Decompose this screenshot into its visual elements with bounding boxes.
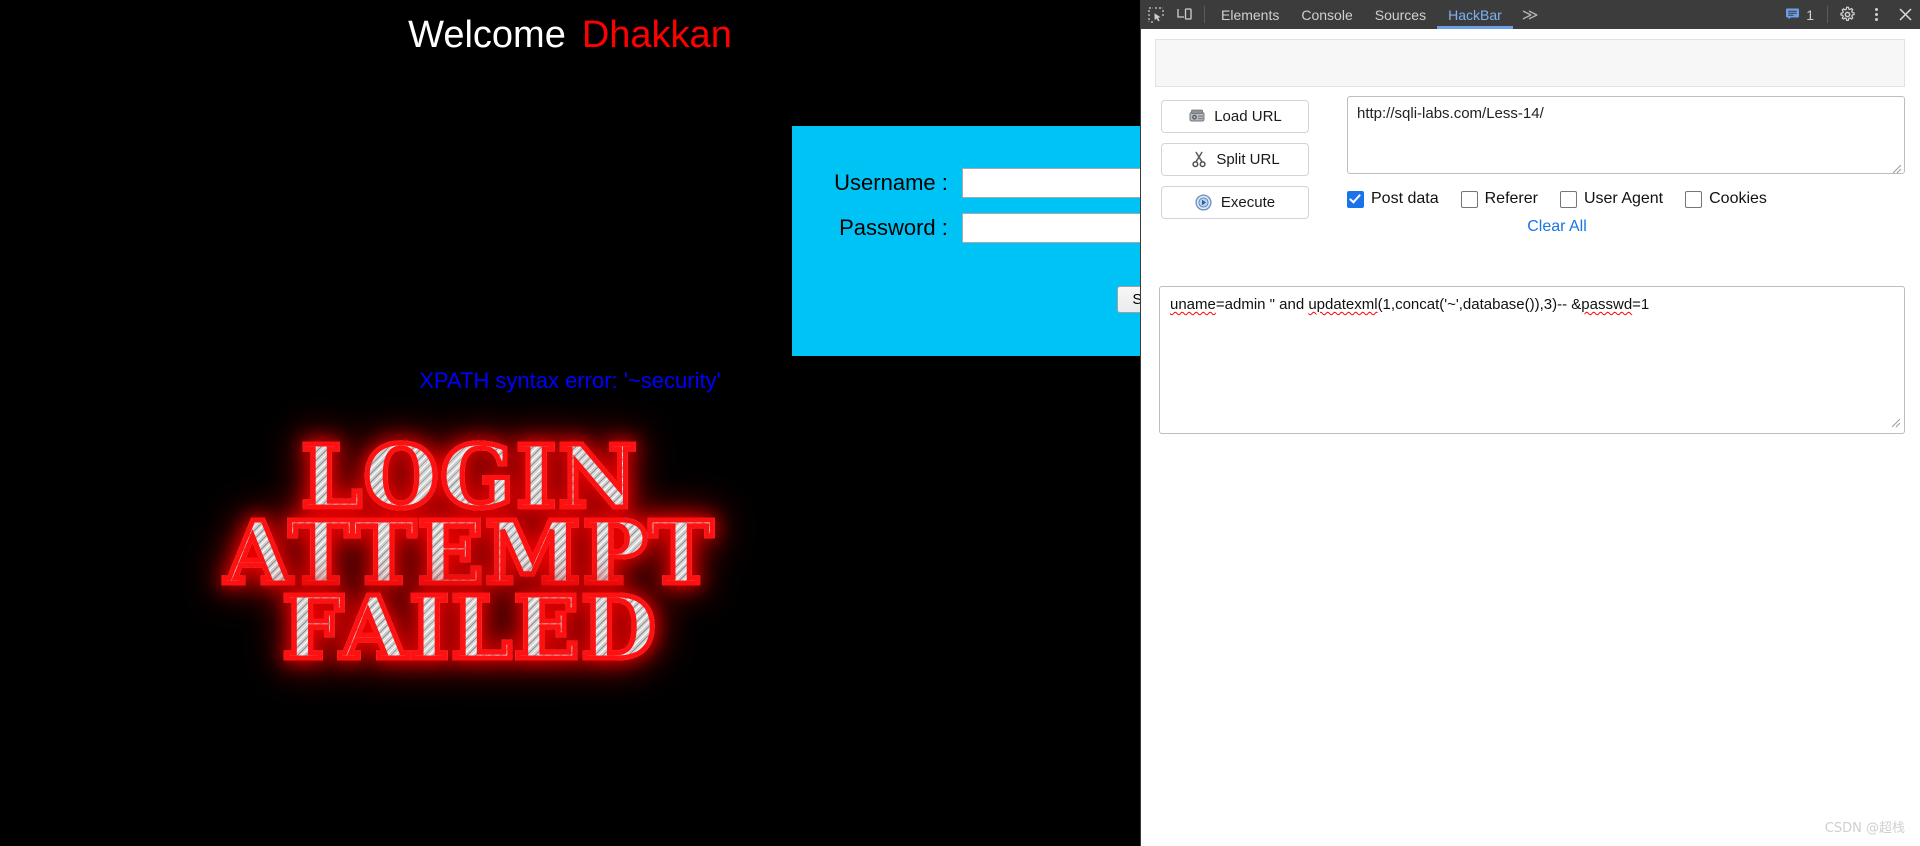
username-input[interactable] xyxy=(961,167,1140,198)
user-agent-checkbox-box xyxy=(1559,190,1577,208)
url-input[interactable] xyxy=(1347,96,1905,174)
clear-all-link[interactable]: Clear All xyxy=(1347,218,1767,236)
toolbar-divider-2 xyxy=(1827,6,1828,23)
play-circle-icon xyxy=(1195,194,1213,212)
post-data-token-1: uname xyxy=(1170,296,1216,313)
page-title: Welcome Dhakkan xyxy=(0,14,1140,57)
referer-checkbox-label: Referer xyxy=(1484,190,1538,207)
url-field-wrapper xyxy=(1347,96,1905,179)
tab-sources[interactable]: Sources xyxy=(1364,0,1437,29)
inspect-element-icon[interactable] xyxy=(1141,0,1170,29)
load-url-button[interactable]: Load URL xyxy=(1161,100,1309,133)
toolbar-divider xyxy=(1204,6,1205,23)
cookies-checkbox-box xyxy=(1685,190,1703,208)
close-icon[interactable] xyxy=(1891,0,1920,29)
devtools-toolbar: Elements Console Sources HackBar ≫ 1 xyxy=(1141,0,1920,29)
referer-checkbox-box xyxy=(1460,190,1478,208)
kebab-menu-icon[interactable] xyxy=(1862,0,1891,29)
post-data-token-3: updatexml xyxy=(1308,296,1378,313)
cookies-checkbox-label: Cookies xyxy=(1709,190,1767,207)
post-data-input[interactable]: uname=admin " and updatexml(1,concat('~'… xyxy=(1159,286,1905,434)
password-input-cell xyxy=(961,205,1140,250)
login-form-table: Username : Password : xyxy=(792,160,1140,250)
cookies-checkbox[interactable]: Cookies xyxy=(1685,190,1767,208)
split-url-button[interactable]: Split URL xyxy=(1161,143,1309,176)
username-display: Dhakkan xyxy=(581,14,732,56)
login-form-box: Username : Password : Submit xyxy=(792,126,1140,356)
split-url-button-label: Split URL xyxy=(1216,151,1280,168)
message-count-label: 1 xyxy=(1806,6,1814,23)
password-input[interactable] xyxy=(961,212,1140,243)
tab-hackbar[interactable]: HackBar xyxy=(1437,0,1513,29)
execute-button-label: Execute xyxy=(1220,194,1276,211)
post-data-token-4: (1,concat('~',database()),3)-- & xyxy=(1377,296,1582,313)
hackbar-top-strip xyxy=(1155,39,1905,87)
welcome-text: Welcome xyxy=(408,14,566,56)
post-data-resize-grip-icon xyxy=(1891,418,1901,428)
post-data-field-wrapper: uname=admin " and updatexml(1,concat('~'… xyxy=(1159,286,1905,434)
disk-drive-icon xyxy=(1188,108,1206,126)
username-label: Username : xyxy=(834,169,948,195)
target-web-page: Welcome Dhakkan Username : Password : S … xyxy=(0,0,1140,846)
post-data-token-6: =1 xyxy=(1632,296,1650,313)
hackbar-panel: Load URL Split URL Execute http://sqli-l… xyxy=(1141,30,1920,846)
message-count-button[interactable]: 1 xyxy=(1777,0,1822,29)
devtools-panel: Elements Console Sources HackBar ≫ 1 Loa… xyxy=(1140,0,1920,846)
password-label: Password : xyxy=(839,214,948,240)
device-toolbar-icon[interactable] xyxy=(1170,0,1199,29)
tab-console[interactable]: Console xyxy=(1290,0,1363,29)
screenshot-root: Welcome Dhakkan Username : Password : S … xyxy=(0,0,1920,846)
load-url-button-label: Load URL xyxy=(1214,108,1282,125)
submit-row: Submit xyxy=(792,286,1140,313)
execute-button[interactable]: Execute xyxy=(1161,186,1309,219)
user-agent-checkbox-label: User Agent xyxy=(1583,190,1664,207)
post-data-checkbox-label: Post data xyxy=(1371,190,1439,207)
referer-checkbox[interactable]: Referer xyxy=(1460,190,1538,208)
username-input-cell xyxy=(961,160,1140,205)
hackbar-button-group: Load URL Split URL Execute xyxy=(1161,100,1309,229)
password-row: Password : xyxy=(792,205,1140,250)
xpath-error-message: XPATH syntax error: '~security' xyxy=(419,368,721,393)
message-icon xyxy=(1785,6,1800,24)
post-data-checkbox-box xyxy=(1347,190,1364,208)
gear-icon[interactable] xyxy=(1833,0,1862,29)
failed-art-line-1: LOGIN ATTEMPT xyxy=(60,432,880,599)
hackbar-options-row: Post data Referer User Agent Cookies xyxy=(1347,190,1907,208)
scissors-icon xyxy=(1190,151,1208,169)
tab-elements[interactable]: Elements xyxy=(1210,0,1290,29)
post-data-token-5: passwd xyxy=(1581,296,1633,313)
username-row: Username : xyxy=(792,160,1140,205)
overflow-tabs-icon[interactable]: ≫ xyxy=(1513,0,1548,29)
failed-art-line-2: FAILED xyxy=(60,584,880,675)
csdn-watermark: CSDN @超栈 xyxy=(1824,821,1905,836)
post-data-checkbox[interactable]: Post data xyxy=(1347,190,1439,208)
submit-button[interactable]: Submit xyxy=(1117,286,1140,313)
login-attempt-failed-graphic: LOGIN ATTEMPT FAILED xyxy=(60,432,880,674)
post-data-token-2: =admin " and xyxy=(1215,296,1309,313)
user-agent-checkbox[interactable]: User Agent xyxy=(1559,190,1664,208)
